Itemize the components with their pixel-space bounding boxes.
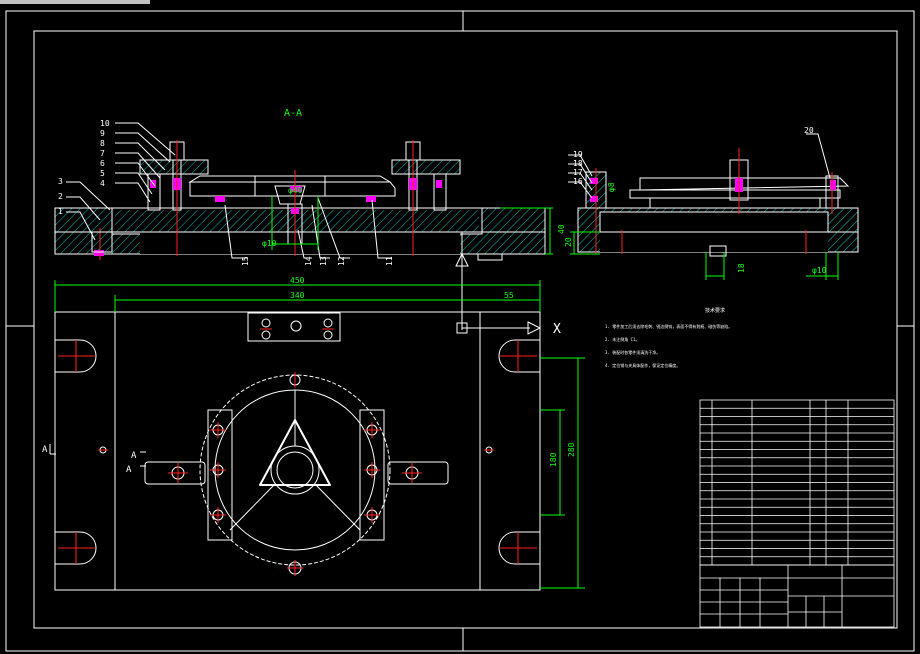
- svg-text:A: A: [126, 465, 132, 475]
- dim-450: 450: [290, 276, 305, 285]
- svg-text:A: A: [131, 451, 137, 461]
- svg-text:17: 17: [573, 168, 583, 177]
- svg-text:5: 5: [100, 169, 105, 178]
- svg-text:20: 20: [804, 126, 814, 135]
- svg-text:6: 6: [100, 159, 105, 168]
- svg-text:3. 装配时各零件须清洗干净。: 3. 装配时各零件须清洗干净。: [605, 349, 660, 355]
- svg-text:3: 3: [58, 177, 63, 186]
- svg-text:18: 18: [573, 159, 583, 168]
- plan-dimensions: [54, 280, 585, 589]
- dim-180: 180: [549, 452, 558, 467]
- svg-text:11: 11: [385, 256, 394, 266]
- side-dim-phi10: φ10: [812, 266, 827, 275]
- cad-drawing-canvas[interactable]: A-A 10 9 8 7 6 5 4 3 2 1 15 14 13 12 11 …: [0, 0, 920, 654]
- dim-height-40: 40: [557, 224, 566, 234]
- svg-text:19: 19: [573, 150, 583, 159]
- bolt-holes: [99, 374, 493, 575]
- plan-outline: [54, 311, 541, 591]
- dim-280: 280: [567, 442, 576, 457]
- side-dim-20: 20: [564, 237, 573, 247]
- section-view-a-a: A-A 10 9 8 7 6 5 4 3 2 1 15 14 13 12 11 …: [54, 108, 566, 330]
- plan-view: 450 340 55 180 280 A A A X: [42, 276, 585, 591]
- svg-text:13: 13: [319, 256, 328, 266]
- svg-text:4: 4: [100, 179, 105, 188]
- notes-title: 技术要求: [705, 307, 725, 314]
- svg-text:14: 14: [304, 256, 313, 266]
- section-title: A-A: [284, 108, 302, 119]
- svg-text:1: 1: [58, 207, 63, 216]
- side-view: 19 18 17 16 20 20 18 φ8 φ10: [564, 126, 859, 280]
- svg-text:7: 7: [100, 149, 105, 158]
- svg-text:10: 10: [100, 119, 110, 128]
- side-dim-18: 18: [737, 263, 746, 273]
- svg-text:15: 15: [241, 256, 250, 266]
- svg-text:2. 未注倒角 C1。: 2. 未注倒角 C1。: [605, 336, 639, 342]
- dim-55: 55: [504, 291, 514, 300]
- right-clamp-assembly: [391, 141, 461, 211]
- svg-text:2: 2: [58, 192, 63, 201]
- parts-list: [699, 399, 895, 566]
- left-clamp-assembly: [139, 141, 209, 211]
- axis-x-label: X: [553, 322, 561, 337]
- svg-text:A: A: [42, 445, 48, 455]
- svg-text:1. 零件加工后须去除毛刺、锐边倒钝，表面不得有划痕、碰伤等: 1. 零件加工后须去除毛刺、锐边倒钝，表面不得有划痕、碰伤等缺陷。: [605, 323, 732, 329]
- side-dim-phi8: φ8: [607, 182, 616, 192]
- dim-fit-phi40: φ40: [288, 186, 303, 195]
- dim-fit-phi10: φ10: [262, 239, 277, 248]
- drawing-border: [5, 10, 915, 652]
- section-marks: A A A: [42, 445, 137, 475]
- svg-text:4. 定位销与夹具体配作，保证定位精度。: 4. 定位销与夹具体配作，保证定位精度。: [605, 362, 680, 368]
- svg-text:12: 12: [337, 256, 346, 266]
- technical-notes: 技术要求 1. 零件加工后须去除毛刺、锐边倒钝，表面不得有划痕、碰伤等缺陷。 2…: [605, 307, 732, 368]
- svg-text:16: 16: [573, 177, 583, 186]
- svg-text:8: 8: [100, 139, 105, 148]
- dim-340: 340: [290, 291, 305, 300]
- svg-text:9: 9: [100, 129, 105, 138]
- title-block: [699, 564, 895, 628]
